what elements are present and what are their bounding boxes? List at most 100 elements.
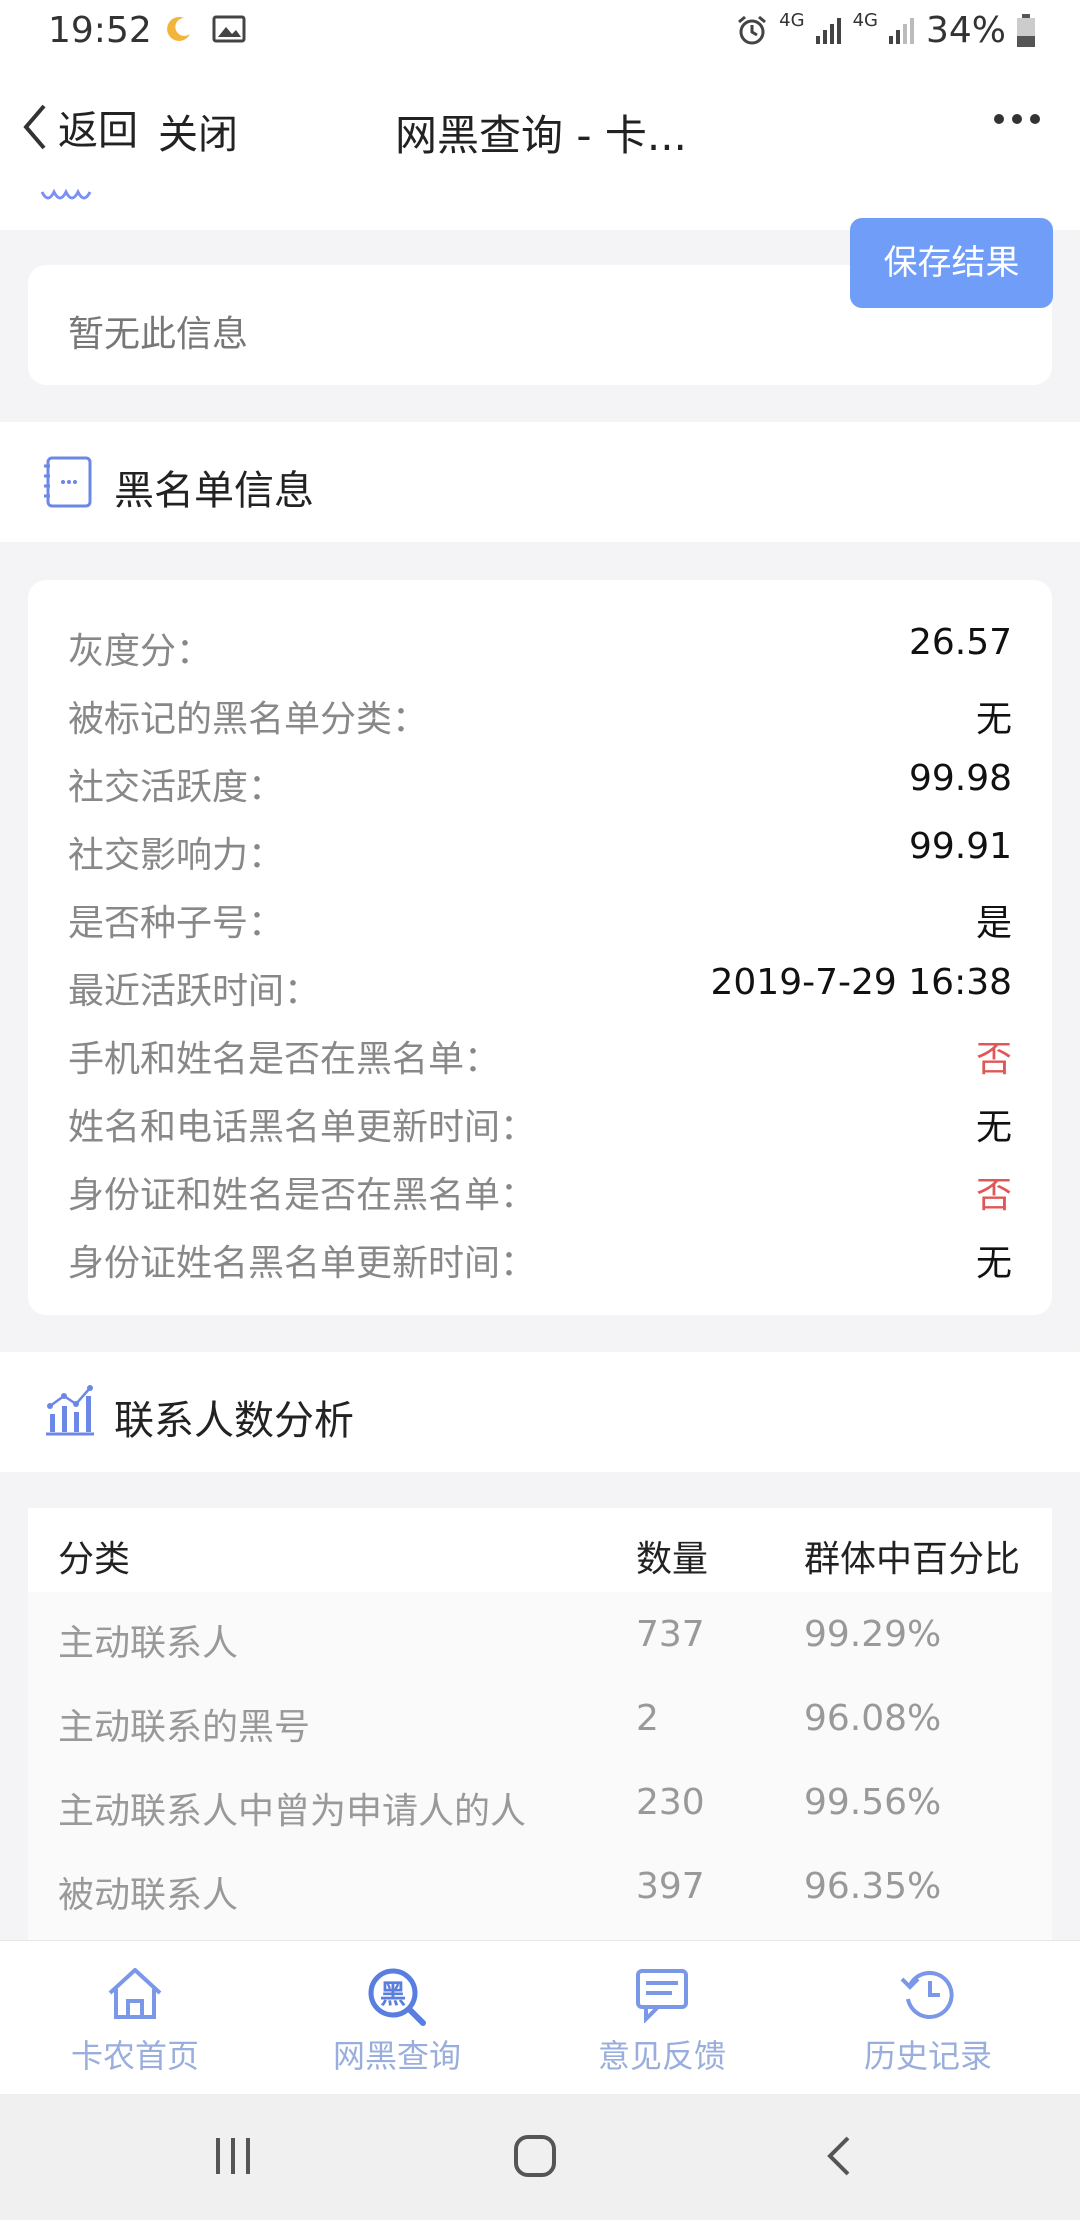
kv-label: 社交活跃度： bbox=[68, 767, 285, 808]
chevron-left-icon bbox=[23, 104, 46, 150]
table-row: 主动联系人中曾为申请人的人 230 99.56% bbox=[28, 1760, 1052, 1844]
kv-value: 无 bbox=[975, 699, 1012, 740]
nav-bar: 返回 关闭 网黑查询 - 卡... bbox=[0, 64, 1080, 188]
table-cell: 230 bbox=[636, 1782, 705, 1823]
kv-label: 灰度分： bbox=[68, 631, 213, 672]
table-header: 分类 数量 群体中百分比 bbox=[28, 1508, 1052, 1592]
kv-label: 手机和姓名是否在黑名单： bbox=[68, 1039, 501, 1080]
home-icon bbox=[108, 1968, 162, 2019]
save-result-button[interactable]: 保存结果 bbox=[850, 218, 1053, 308]
kv-value: 26.57 bbox=[908, 622, 1012, 663]
column-header: 分类 bbox=[58, 1539, 131, 1580]
column-header: 数量 bbox=[636, 1539, 709, 1580]
system-nav-bar bbox=[0, 2094, 1080, 2220]
kv-value: 无 bbox=[975, 1107, 1012, 1148]
tab-label: 历史记录 bbox=[863, 2037, 992, 2075]
kv-label: 被标记的黑名单分类： bbox=[68, 699, 429, 740]
kv-label: 社交影响力： bbox=[68, 835, 285, 876]
network-4g-icon: 4G bbox=[779, 10, 805, 31]
kv-row: 身份证和姓名是否在黑名单： 否 bbox=[68, 1154, 1012, 1222]
contacts-section-title: 联系人数分析 bbox=[114, 1398, 354, 1444]
wave-icon bbox=[40, 188, 92, 200]
kv-row: 社交活跃度： 99.98 bbox=[68, 746, 1012, 814]
battery-icon bbox=[1017, 13, 1035, 47]
kv-row: 是否种子号： 是 bbox=[68, 882, 1012, 950]
kv-label: 身份证和姓名是否在黑名单： bbox=[68, 1175, 537, 1216]
tab-label: 意见反馈 bbox=[597, 2037, 726, 2075]
tab-history[interactable]: 历史记录 bbox=[793, 1941, 1063, 2095]
no-info-text: 暂无此信息 bbox=[68, 314, 249, 355]
more-menu-button[interactable] bbox=[994, 114, 1040, 124]
tab-home[interactable]: 卡农首页 bbox=[0, 1941, 270, 2095]
kv-value: 是 bbox=[975, 903, 1012, 944]
more-dot-icon bbox=[994, 114, 1004, 124]
table-cell: 99.56% bbox=[804, 1782, 942, 1823]
page-title: 网黑查询 - 卡... bbox=[395, 111, 687, 160]
back-button[interactable]: 返回 bbox=[18, 98, 138, 156]
document-list-icon bbox=[44, 456, 92, 508]
kv-row: 社交影响力： 99.91 bbox=[68, 814, 1012, 882]
bottom-tab-bar: 卡农首页 黑 网黑查询 意见反馈 历史记录 bbox=[0, 1940, 1080, 2094]
kv-row: 姓名和电话黑名单更新时间： 无 bbox=[68, 1086, 1012, 1154]
more-dot-icon bbox=[1030, 114, 1040, 124]
signal-icon bbox=[815, 17, 841, 44]
kv-value: 2019-7-29 16:38 bbox=[710, 962, 1013, 1003]
kv-label: 最近活跃时间： bbox=[68, 971, 321, 1012]
table-cell: 2 bbox=[636, 1698, 659, 1739]
alarm-icon bbox=[738, 15, 767, 44]
table-cell: 99.29% bbox=[804, 1614, 942, 1655]
table-cell: 96.08% bbox=[804, 1698, 942, 1739]
blacklist-section-title: 黑名单信息 bbox=[114, 468, 314, 514]
blacklist-section-header: 黑名单信息 bbox=[0, 422, 1080, 542]
table-cell: 737 bbox=[636, 1614, 705, 1655]
kv-row: 灰度分： 26.57 bbox=[68, 610, 1012, 678]
kv-value: 无 bbox=[975, 1243, 1012, 1284]
signal-icon-2 bbox=[888, 17, 914, 44]
kv-value: 否 bbox=[975, 1175, 1012, 1216]
back-nav-icon[interactable] bbox=[818, 2134, 864, 2178]
blacklist-info-card: 灰度分： 26.57 被标记的黑名单分类： 无 社交活跃度： 99.98 社交影… bbox=[28, 580, 1052, 1315]
table-row: 主动联系人 737 99.29% bbox=[28, 1592, 1052, 1676]
back-label: 返回 bbox=[58, 108, 138, 154]
table-cell: 主动联系的黑号 bbox=[58, 1707, 311, 1748]
table-cell: 397 bbox=[636, 1866, 705, 1907]
kv-row: 身份证姓名黑名单更新时间： 无 bbox=[68, 1222, 1012, 1290]
kv-row: 最近活跃时间： 2019-7-29 16:38 bbox=[68, 950, 1012, 1018]
bar-chart-icon bbox=[46, 1385, 94, 1436]
image-icon bbox=[212, 15, 246, 43]
contacts-section-header: 联系人数分析 bbox=[0, 1352, 1080, 1472]
status-time: 19:52 bbox=[48, 10, 152, 51]
close-button[interactable]: 关闭 bbox=[158, 102, 238, 160]
tab-label: 卡农首页 bbox=[70, 2037, 199, 2075]
kv-label: 是否种子号： bbox=[68, 903, 285, 944]
recent-apps-icon[interactable] bbox=[210, 2134, 256, 2178]
table-cell: 主动联系人 bbox=[58, 1623, 239, 1664]
table-cell: 被动联系人 bbox=[58, 1875, 239, 1916]
table-cell: 主动联系人中曾为申请人的人 bbox=[58, 1791, 527, 1832]
kv-value: 99.91 bbox=[908, 826, 1012, 867]
svg-text:黑: 黑 bbox=[380, 1980, 406, 2010]
status-bar: 19:52 4G 4G 34% bbox=[0, 0, 1080, 64]
contacts-table: 分类 数量 群体中百分比 主动联系人 737 99.29% 主动联系的黑号 2 … bbox=[28, 1508, 1052, 1940]
tab-blacklist-search[interactable]: 黑 网黑查询 bbox=[262, 1941, 532, 2095]
more-dot-icon bbox=[1012, 114, 1022, 124]
history-icon bbox=[900, 1970, 954, 2019]
home-button-icon[interactable] bbox=[512, 2134, 558, 2178]
tab-feedback[interactable]: 意见反馈 bbox=[527, 1941, 797, 2095]
table-row: 被动联系人 397 96.35% bbox=[28, 1844, 1052, 1928]
network-4g-icon-2: 4G bbox=[852, 10, 878, 31]
kv-value: 99.98 bbox=[908, 758, 1012, 799]
table-row: 主动联系的黑号 2 96.08% bbox=[28, 1676, 1052, 1760]
kv-row: 被标记的黑名单分类： 无 bbox=[68, 678, 1012, 746]
kv-label: 身份证姓名黑名单更新时间： bbox=[68, 1243, 537, 1284]
table-cell: 96.35% bbox=[804, 1866, 942, 1907]
blacklist-search-icon: 黑 bbox=[368, 1968, 426, 2026]
battery-percent: 34% bbox=[925, 10, 1006, 51]
moon-icon bbox=[167, 16, 190, 41]
feedback-icon bbox=[636, 1969, 688, 2023]
kv-row: 手机和姓名是否在黑名单： 否 bbox=[68, 1018, 1012, 1086]
kv-value: 否 bbox=[975, 1039, 1012, 1080]
column-header: 群体中百分比 bbox=[804, 1539, 1021, 1580]
kv-label: 姓名和电话黑名单更新时间： bbox=[68, 1107, 537, 1148]
tab-label: 网黑查询 bbox=[332, 2037, 461, 2075]
